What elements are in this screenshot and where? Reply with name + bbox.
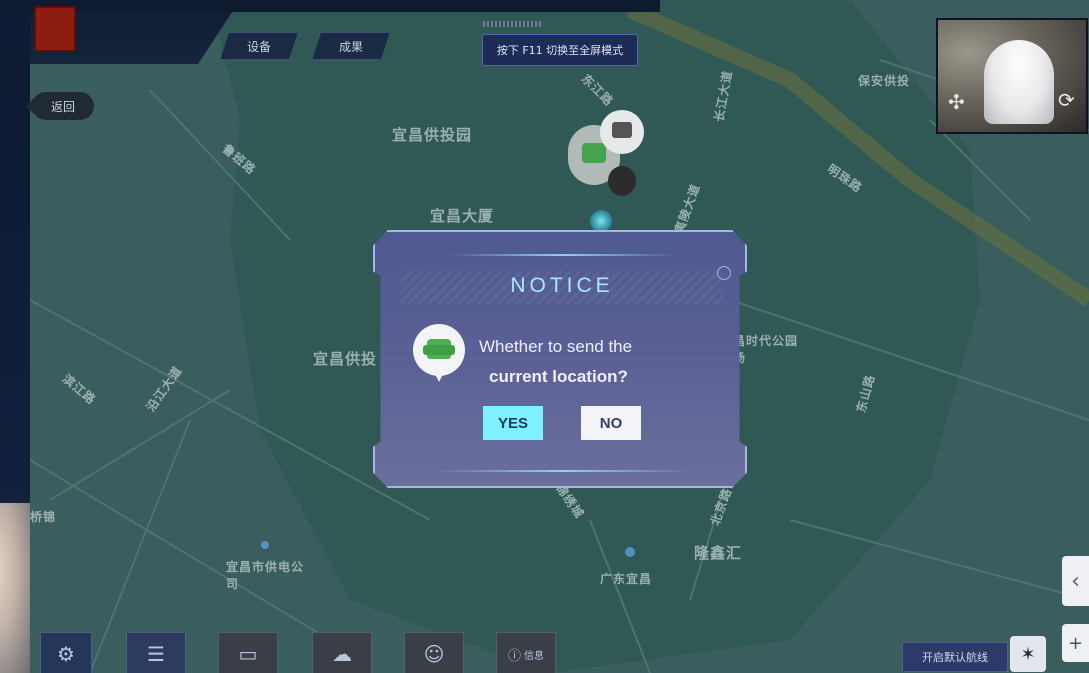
notice-dialog: NOTICE Whether to send the current locat… — [373, 230, 747, 488]
gear-icon: ⚙ — [57, 642, 75, 666]
expand-icon[interactable]: ✣ — [948, 90, 965, 114]
refresh-icon[interactable]: ⟳ — [1058, 88, 1075, 112]
tab-results[interactable]: 成果 — [312, 32, 390, 60]
map-label: 广东宜昌 — [600, 572, 653, 586]
zoom-in-button[interactable]: + — [1062, 624, 1089, 662]
hint-grip-icon — [483, 21, 541, 27]
back-button[interactable]: 返回 — [26, 92, 94, 120]
map-label: 宜昌供投园 — [392, 126, 473, 144]
map-label: 宜昌市供电公司 — [226, 560, 305, 591]
map-label: 宜昌供投 — [313, 350, 378, 368]
battery-button[interactable]: ▭ — [218, 632, 278, 673]
map-label: 保安供投 — [858, 74, 911, 88]
no-button[interactable]: NO — [581, 406, 641, 440]
weather-icon: ☁ — [332, 642, 352, 666]
dialog-bottom-line — [435, 470, 691, 472]
collapse-panel-button[interactable]: ‹ — [1062, 556, 1089, 606]
app-logo — [34, 6, 76, 52]
tab-devices[interactable]: 设备 — [220, 32, 298, 60]
top-bar — [0, 0, 660, 12]
dialog-title: NOTICE — [510, 274, 614, 297]
map-label: 桥锦 — [30, 510, 57, 524]
back-button-label: 返回 — [50, 99, 75, 114]
satellite-icon[interactable]: ✶ — [1010, 636, 1046, 672]
current-position-dot — [590, 210, 612, 232]
default-route-button[interactable]: 开启默认航线 — [902, 642, 1008, 672]
map-label: 宜昌大厦 — [430, 207, 495, 225]
video-feed-thumbnail — [0, 503, 30, 673]
device-pin-icon — [600, 110, 644, 154]
dialog-top-line — [449, 254, 677, 256]
yes-button[interactable]: YES — [483, 406, 543, 440]
settings-button[interactable]: ⚙ — [40, 632, 92, 673]
dialog-message-line1: Whether to send the — [479, 337, 633, 356]
back-arrow-icon — [26, 98, 34, 114]
person-icon: ☺ — [423, 642, 445, 666]
map-label: 隆鑫汇 — [694, 544, 743, 562]
dialog-message: Whether to send the current location? — [479, 332, 679, 392]
person-button[interactable]: ☺ — [404, 632, 464, 673]
pin-shadow-icon — [608, 166, 636, 196]
drone-image — [984, 40, 1054, 124]
info-button[interactable]: ⓘ 信息 — [496, 632, 556, 673]
battery-icon: ▭ — [238, 642, 258, 666]
weather-button[interactable]: ☁ — [312, 632, 372, 673]
fullscreen-hint: 按下 F11 切换至全屏模式 — [482, 21, 638, 66]
info-icon: ⓘ — [507, 648, 521, 664]
camera-preview[interactable]: ✣ ⟳ — [936, 18, 1088, 134]
list-button[interactable]: ☰ — [126, 632, 186, 673]
fullscreen-hint-text: 按下 F11 切换至全屏模式 — [496, 44, 624, 57]
location-sofa-icon — [413, 324, 465, 382]
info-button-label: 信息 — [524, 650, 544, 662]
dialog-message-line2: current location? — [489, 367, 628, 386]
list-icon: ☰ — [147, 642, 165, 666]
